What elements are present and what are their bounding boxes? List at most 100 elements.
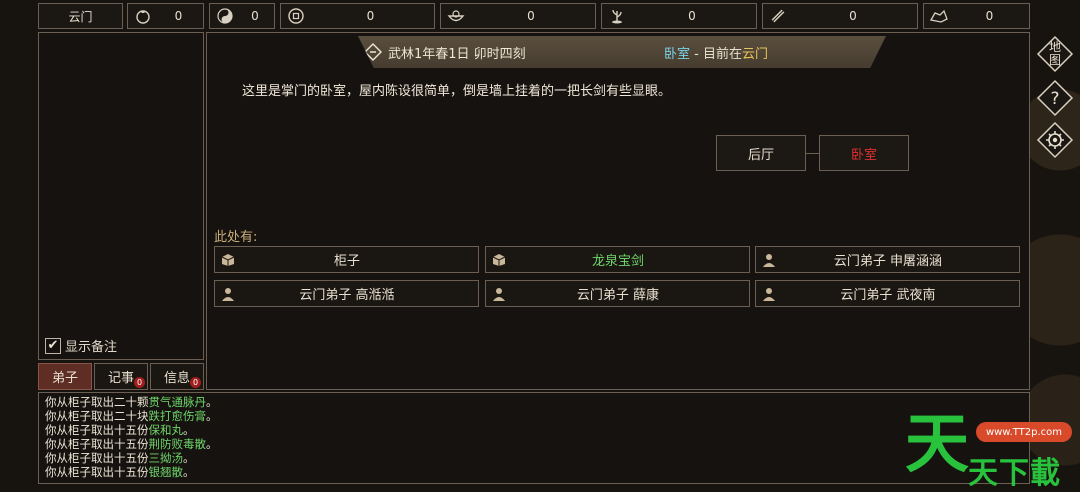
log-item-name: 三拗汤 [148,451,184,465]
help-button[interactable]: ? [1035,78,1075,118]
log-text: 。 [206,395,218,409]
food-bowl-icon [445,6,467,26]
log-text: 你从柜子取出二十块 [45,409,149,423]
log-text: 你从柜子取出十五份 [45,423,149,437]
resource-value: 0 [985,9,994,23]
room-label: 后厅 [747,147,774,163]
watermark-glyph: 天 [905,408,969,482]
tab-disciples[interactable]: 弟子 [38,363,92,390]
resource-value: 0 [366,9,375,23]
help-icon: ? [1036,79,1074,117]
watermark-url-pill: www.TT2p.com [976,422,1072,442]
log-text: 。 [206,409,218,423]
log-text: 。 [183,423,195,437]
current-room: 卧室 [664,46,691,62]
resource-value: 0 [849,9,857,23]
log-item-name: 跌打愈伤膏 [148,409,207,423]
resource-value: 0 [251,9,259,23]
npc-wu-yenan[interactable]: 云门弟子 武夜南 [755,280,1020,307]
log-text: 你从柜子取出十五份 [45,451,149,465]
message-log[interactable]: 你从柜子取出二十颗贯气通脉丹。 你从柜子取出二十块跌打愈伤膏。 你从柜子取出十五份保… [38,392,1030,484]
log-text: 。 [183,451,195,465]
svg-text:?: ? [1050,89,1059,109]
settings-button[interactable] [1035,120,1075,160]
log-text: 你从柜子取出十五份 [45,465,149,479]
resource-food[interactable]: 0 [440,3,596,29]
person-icon [491,286,507,302]
settings-gear-icon [1036,121,1074,159]
notification-badge: 0 [190,377,201,388]
log-line: 你从柜子取出二十块跌打愈伤膏。 [45,409,1023,423]
location-banner: 武林1年春1日 卯时四刻 卧室 - 目前在云门 [358,36,886,68]
herb-icon [606,6,628,26]
room-label: 卧室 [850,147,877,163]
object-longquan-sword[interactable]: 龙泉宝剑 [485,246,750,273]
npc-gao-tiantian[interactable]: 云门弟子 高湉湉 [214,280,479,307]
room-description: 这里是掌门的卧室，屋内陈设很简单，倒是墙上挂着的一把长剑有些显眼。 [242,84,672,99]
tab-info[interactable]: 信息 0 [150,363,204,390]
copper-coin-icon [285,6,307,26]
taiji-icon [214,6,236,26]
resource-value: 0 [174,9,183,23]
room-button-back-hall[interactable]: 后厅 [716,135,806,171]
log-item-name: 荆防败毒散 [148,437,207,451]
log-item-name: 银翘散 [148,465,184,479]
location-separator: - 目前在 [690,46,742,62]
log-text: 你从柜子取出二十颗 [45,395,149,409]
person-icon [761,286,777,302]
log-item-name: 贯气通脉丹 [148,395,207,409]
tab-label: 弟子 [51,371,78,386]
object-label: 龙泉宝剑 [591,254,644,269]
object-cabinet[interactable]: 柜子 [214,246,479,273]
scroll-icon [767,6,789,26]
npc-xue-kang[interactable]: 云门弟子 薛康 [485,280,750,307]
box-icon [220,252,236,268]
log-line: 你从柜子取出十五份三拗汤。 [45,451,1023,465]
log-text: 你从柜子取出十五份 [45,437,149,451]
log-text: 。 [206,437,218,451]
checkbox-check-icon[interactable]: ✔ [45,337,61,354]
person-icon [761,252,777,268]
game-date: 武林1年春1日 卯时四刻 [388,46,526,62]
tab-label: 信息 [163,371,190,386]
room-button-bedroom[interactable]: 卧室 [819,135,909,171]
person-icon [220,286,236,302]
tab-records[interactable]: 记事 0 [94,363,148,390]
object-label: 柜子 [333,254,360,269]
map-button[interactable]: 地图 [1035,34,1075,74]
resource-value: 0 [688,9,696,23]
resource-herb[interactable]: 0 [601,3,757,29]
log-line: 你从柜子取出十五份荆防败毒散。 [45,437,1023,451]
disciple-list-panel[interactable]: ✔ 显示备注 [38,32,204,360]
resource-ore[interactable]: 0 [923,3,1030,29]
resource-copper-coin[interactable]: 0 [280,3,435,29]
npc-label: 云门弟子 武夜南 [840,288,936,303]
resource-value: 0 [527,9,535,23]
resource-coin-pouch[interactable]: 0 [127,3,204,29]
log-line: 你从柜子取出二十颗贯气通脉丹。 [45,395,1023,409]
watermark-text: 天下載 [968,456,1061,491]
npc-label: 云门弟子 高湉湉 [299,288,395,303]
log-item-name: 保和丸 [148,423,184,437]
room-connector [805,153,819,154]
show-notes-toggle[interactable]: ✔ 显示备注 [45,336,117,355]
notification-badge: 0 [134,377,145,388]
here-label: 此处有: [214,230,258,245]
ore-icon [928,6,950,26]
npc-label: 云门弟子 薛康 [576,288,660,303]
box-icon [491,252,507,268]
npc-shentu-hanhan[interactable]: 云门弟子 申屠涵涵 [755,246,1020,273]
resource-scroll[interactable]: 0 [762,3,918,29]
log-line: 你从柜子取出十五份银翘散。 [45,465,1023,479]
log-text: 。 [183,465,195,479]
tab-label: 记事 [107,371,134,386]
sect-name-box[interactable]: 云门 [38,3,123,29]
show-notes-label: 显示备注 [65,340,118,355]
log-line: 你从柜子取出十五份保和丸。 [45,423,1023,437]
current-place: 云门 [741,46,768,62]
current-location: 卧室 - 目前在云门 [664,43,768,62]
sect-name: 云门 [68,9,93,24]
npc-label: 云门弟子 申屠涵涵 [833,254,943,269]
coin-pouch-icon [132,6,154,26]
resource-taiji[interactable]: 0 [209,3,275,29]
